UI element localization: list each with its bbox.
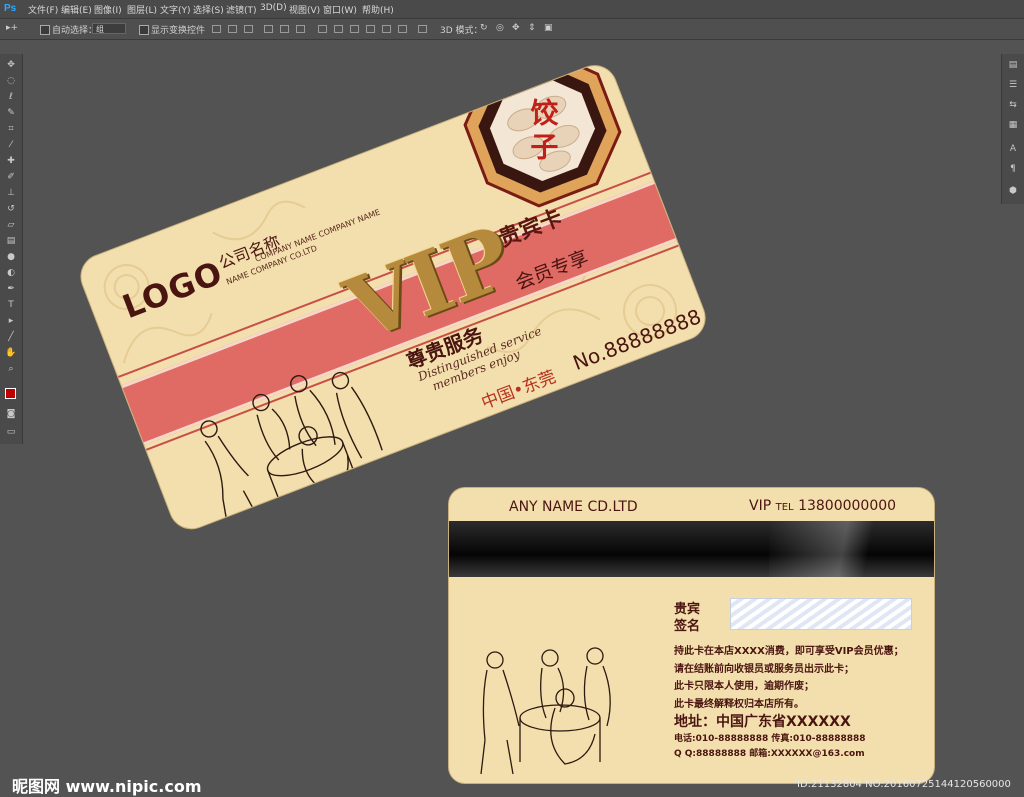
distribute-top-icon[interactable] xyxy=(318,25,327,33)
menu-file[interactable]: 文件(F) xyxy=(28,3,58,16)
terms-line: 此卡只限本人使用，逾期作废； xyxy=(674,681,814,692)
menu-bar: Ps 文件(F) 编辑(E) 图像(I) 图层(L) 文字(Y) 选择(S) 滤… xyxy=(0,0,1024,19)
options-bar: ▸+ 自动选择： 组 显示变换控件 3D 模式： ↻ ◎ ✥ ⇕ ▣ xyxy=(0,19,1024,40)
terms-line: 请在结账前向收银员或服务员出示此卡； xyxy=(674,663,854,675)
back-dining-figures-illustration xyxy=(480,647,611,775)
back-address: 地址：中国广东省XXXXXX xyxy=(674,714,851,730)
align-right-icon[interactable] xyxy=(296,25,305,33)
show-transform-label: 显示变换控件 xyxy=(151,26,206,36)
back-tel-number: 13800000000 xyxy=(798,498,897,514)
align-vcenter-icon[interactable] xyxy=(228,25,237,33)
rotate-3d-icon[interactable]: ↻ xyxy=(480,23,488,33)
signature-label-2: 签名 xyxy=(674,619,701,634)
terms-list: 持此卡在本店XXXX消费，即可享受VIP会员优惠； 请在结账前向收银员或服务员出… xyxy=(674,643,904,713)
slide-3d-icon[interactable]: ⇕ xyxy=(528,23,536,33)
menu-filter[interactable]: 滤镜(T) xyxy=(226,3,257,16)
mode-3d-label: 3D 模式： xyxy=(440,26,483,36)
document-canvas[interactable]: 饺子 LOGO 公司名称 COMPANY NAME COMPANY NAME N… xyxy=(0,40,1024,796)
roll-3d-icon[interactable]: ◎ xyxy=(496,23,504,33)
front-vip-card: 饺子 LOGO 公司名称 COMPANY NAME COMPANY NAME N… xyxy=(75,59,712,535)
distribute-hcenter-icon[interactable] xyxy=(382,25,391,33)
back-vip-tel: VIP TEL 13800000000 xyxy=(749,498,896,514)
align-bottom-icon[interactable] xyxy=(244,25,253,33)
distribute-right-icon[interactable] xyxy=(398,25,407,33)
photoshop-logo: Ps xyxy=(4,3,17,14)
back-company-name: ANY NAME CD.LTD xyxy=(509,499,638,515)
drag-3d-icon[interactable]: ✥ xyxy=(512,23,520,33)
back-vip-label: VIP xyxy=(749,498,772,514)
back-tel-label: TEL xyxy=(775,502,794,513)
menu-view[interactable]: 视图(V) xyxy=(289,3,320,16)
menu-3d[interactable]: 3D(D) xyxy=(260,3,287,13)
dumpling-title: 饺子 xyxy=(530,96,559,164)
menu-edit[interactable]: 编辑(E) xyxy=(61,3,92,16)
back-phone: 电话:010-88888888 传真:010-88888888 xyxy=(674,734,866,744)
menu-window[interactable]: 窗口(W) xyxy=(323,3,357,16)
move-tool-icon[interactable]: ▸+ xyxy=(6,23,18,33)
magnetic-strip-shine xyxy=(769,521,934,577)
auto-align-icon[interactable] xyxy=(418,25,427,33)
auto-select-dropdown[interactable]: 组 xyxy=(92,23,126,34)
menu-help[interactable]: 帮助(H) xyxy=(362,3,394,16)
signature-panel xyxy=(730,598,912,630)
menu-select[interactable]: 选择(S) xyxy=(193,3,224,16)
auto-select-label: 自动选择： xyxy=(52,26,98,36)
distribute-bottom-icon[interactable] xyxy=(350,25,359,33)
nipic-watermark: 昵图网 www.nipic.com xyxy=(12,777,202,796)
align-hcenter-icon[interactable] xyxy=(280,25,289,33)
distribute-vcenter-icon[interactable] xyxy=(334,25,343,33)
auto-select-checkbox[interactable] xyxy=(40,25,50,35)
nipic-image-id: ID:21132804 NO:20160725144120560000 xyxy=(797,779,1011,790)
menu-image[interactable]: 图像(I) xyxy=(94,3,122,16)
align-left-icon[interactable] xyxy=(264,25,273,33)
distribute-left-icon[interactable] xyxy=(366,25,375,33)
show-transform-checkbox[interactable] xyxy=(139,25,149,35)
menu-type[interactable]: 文字(Y) xyxy=(160,3,191,16)
back-qq-email: Q Q:88888888 邮箱:XXXXXX@163.com xyxy=(674,749,865,759)
terms-line: 持此卡在本店XXXX消费，即可享受VIP会员优惠； xyxy=(674,646,904,657)
back-vip-card: ANY NAME CD.LTD VIP TEL 13800000000 贵宾 签… xyxy=(449,488,934,783)
menu-layer[interactable]: 图层(L) xyxy=(127,3,157,16)
align-top-icon[interactable] xyxy=(212,25,221,33)
scale-3d-icon[interactable]: ▣ xyxy=(544,23,553,33)
